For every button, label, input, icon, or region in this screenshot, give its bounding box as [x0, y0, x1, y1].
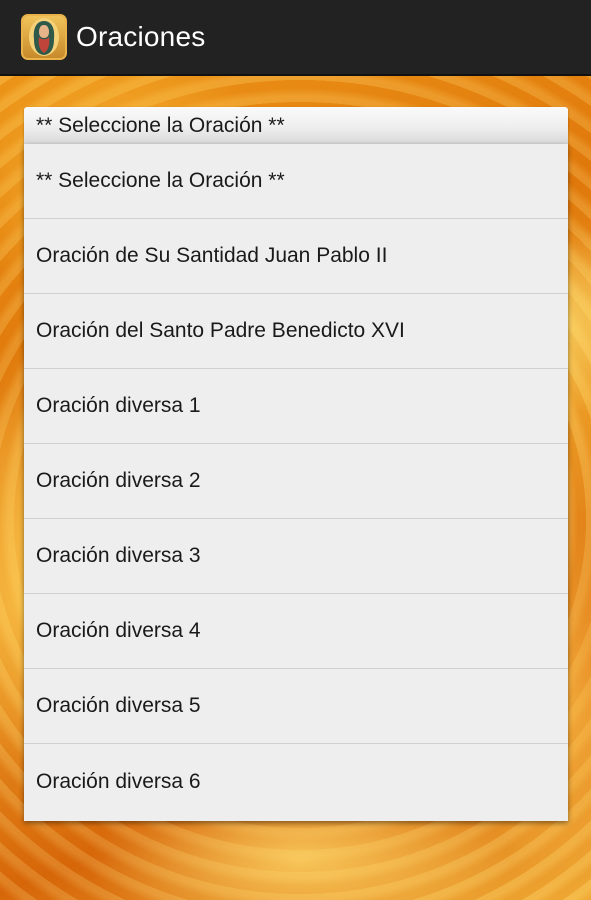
- virgin-mary-icon[interactable]: [21, 14, 67, 60]
- dropdown-option[interactable]: Oración diversa 6: [24, 744, 568, 819]
- dropdown-option[interactable]: Oración diversa 1: [24, 369, 568, 444]
- option-label: Oración diversa 1: [36, 394, 201, 417]
- option-label: Oración diversa 3: [36, 544, 201, 567]
- action-bar: Oraciones: [0, 0, 591, 76]
- dropdown-option[interactable]: ** Seleccione la Oración **: [24, 144, 568, 219]
- prayer-dropdown-list: ** Seleccione la Oración ** Oración de S…: [24, 144, 568, 821]
- dropdown-option[interactable]: Oración diversa 3: [24, 519, 568, 594]
- option-label: Oración del Santo Padre Benedicto XVI: [36, 319, 405, 342]
- dropdown-option[interactable]: Oración diversa 4: [24, 594, 568, 669]
- option-label: Oración diversa 2: [36, 469, 201, 492]
- dropdown-option[interactable]: Oración diversa 2: [24, 444, 568, 519]
- dropdown-option[interactable]: Oración diversa 5: [24, 669, 568, 744]
- dropdown-option[interactable]: Oración del Santo Padre Benedicto XVI: [24, 294, 568, 369]
- dropdown-option[interactable]: Oración de Su Santidad Juan Pablo II: [24, 219, 568, 294]
- option-label: Oración diversa 6: [36, 769, 201, 793]
- option-label: ** Seleccione la Oración **: [36, 169, 285, 192]
- prayer-spinner[interactable]: ** Seleccione la Oración **: [24, 107, 568, 145]
- option-label: Oración diversa 5: [36, 694, 201, 717]
- app-title: Oraciones: [76, 21, 206, 52]
- option-label: Oración diversa 4: [36, 619, 201, 642]
- spinner-selected-label: ** Seleccione la Oración **: [36, 114, 285, 137]
- option-label: Oración de Su Santidad Juan Pablo II: [36, 244, 388, 267]
